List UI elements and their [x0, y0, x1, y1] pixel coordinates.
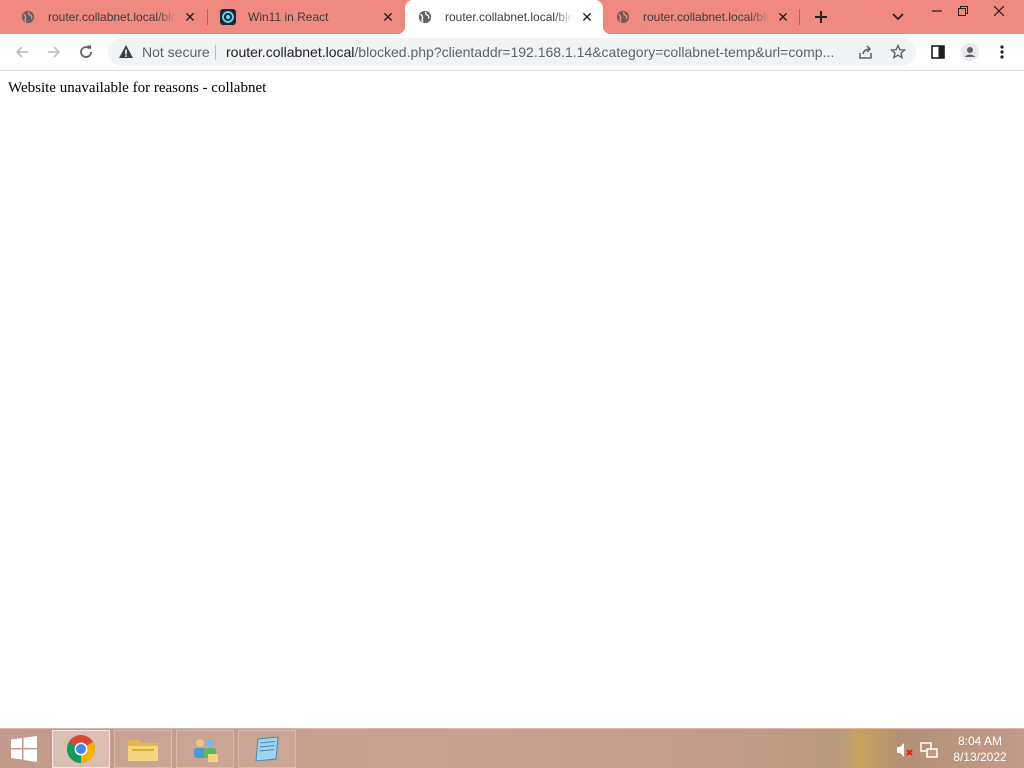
file-explorer-icon [128, 740, 158, 761]
plus-icon [815, 11, 827, 23]
tab-separator [799, 9, 800, 25]
back-button[interactable] [8, 38, 36, 66]
tab-router-1[interactable]: router.collabnet.local/blocked.php?clien… [8, 0, 206, 34]
tab-close-icon[interactable]: ✕ [579, 9, 595, 25]
restore-button[interactable] [946, 0, 980, 22]
omnibox-divider [215, 45, 216, 60]
tab-close-icon[interactable]: ✕ [380, 9, 396, 25]
taskbar: 8:04 AM 8/13/2022 [0, 728, 1024, 768]
blocked-message: Website unavailable for reasons - collab… [8, 80, 267, 96]
reload-icon [80, 45, 92, 58]
tab-router-active[interactable]: router.collabnet.local/blocked.php?clien… [397, 0, 611, 34]
star-icon [890, 44, 906, 60]
profile-button[interactable] [956, 38, 984, 66]
menu-button[interactable] [988, 38, 1016, 66]
tab-title: Win11 in React [248, 10, 329, 24]
share-icon [859, 45, 872, 59]
tab-strip: router.collabnet.local/blocked.php?clien… [0, 0, 1024, 34]
avatar-icon [961, 43, 979, 61]
arrow-left-icon [15, 46, 28, 58]
forward-button[interactable] [40, 38, 68, 66]
share-button[interactable] [854, 40, 878, 64]
minimize-icon [932, 10, 942, 12]
system-clock[interactable]: 8:04 AM 8/13/2022 [946, 733, 1014, 765]
tab-close-icon[interactable]: ✕ [775, 9, 791, 25]
bookmark-button[interactable] [886, 40, 910, 64]
kebab-menu-icon [1000, 45, 1004, 59]
tab-close-icon[interactable]: ✕ [182, 9, 198, 25]
address-bar[interactable]: Not secure router.collabnet.local/blocke… [108, 38, 916, 66]
globe-icon [417, 9, 433, 25]
side-panel-icon [931, 45, 945, 59]
taskbar-notepad[interactable] [238, 730, 296, 768]
url-path: /blocked.php?clientaddr=192.168.1.14&cat… [354, 44, 835, 60]
taskbar-file-explorer[interactable] [114, 730, 172, 768]
browser-toolbar: Not secure router.collabnet.local/blocke… [0, 34, 1024, 71]
clock-date: 8/13/2022 [953, 750, 1007, 764]
notepad-icon [255, 736, 279, 762]
page-content: Website unavailable for reasons - collab… [0, 71, 1024, 728]
chevron-down-icon [892, 13, 904, 21]
volume-muted-icon[interactable] [896, 741, 914, 759]
url-host: router.collabnet.local [226, 44, 355, 60]
warning-icon[interactable] [118, 44, 134, 60]
close-icon [994, 6, 1004, 16]
globe-icon [615, 9, 631, 25]
globe-icon [20, 9, 36, 25]
clock-time: 8:04 AM [957, 734, 1003, 748]
win11-react-icon [220, 9, 236, 25]
tab-title: router.collabnet.local/blocked.php?clien… [643, 10, 769, 24]
tab-router-4[interactable]: router.collabnet.local/blocked.php?clien… [603, 0, 799, 34]
taskbar-chrome[interactable] [52, 730, 110, 768]
close-window-button[interactable] [982, 0, 1016, 22]
windows-logo-icon [11, 736, 37, 762]
users-app-icon [194, 739, 218, 762]
network-icon[interactable] [920, 741, 938, 759]
tab-win11-react[interactable]: Win11 in React ✕ [208, 0, 404, 34]
tab-title: router.collabnet.local/blocked.php?clien… [445, 10, 573, 24]
tab-title: router.collabnet.local/blocked.php?clien… [48, 10, 176, 24]
new-tab-button[interactable] [809, 5, 833, 29]
chrome-icon [67, 735, 95, 763]
side-panel-button[interactable] [924, 38, 952, 66]
reload-button[interactable] [72, 38, 100, 66]
taskbar-users-app[interactable] [176, 730, 234, 768]
tab-search-button[interactable] [886, 5, 910, 29]
start-button[interactable] [0, 729, 48, 768]
security-label[interactable]: Not secure [142, 44, 210, 60]
arrow-right-icon [48, 46, 61, 58]
restore-icon [958, 6, 968, 16]
url-text[interactable]: router.collabnet.local/blocked.php?clien… [226, 44, 846, 60]
